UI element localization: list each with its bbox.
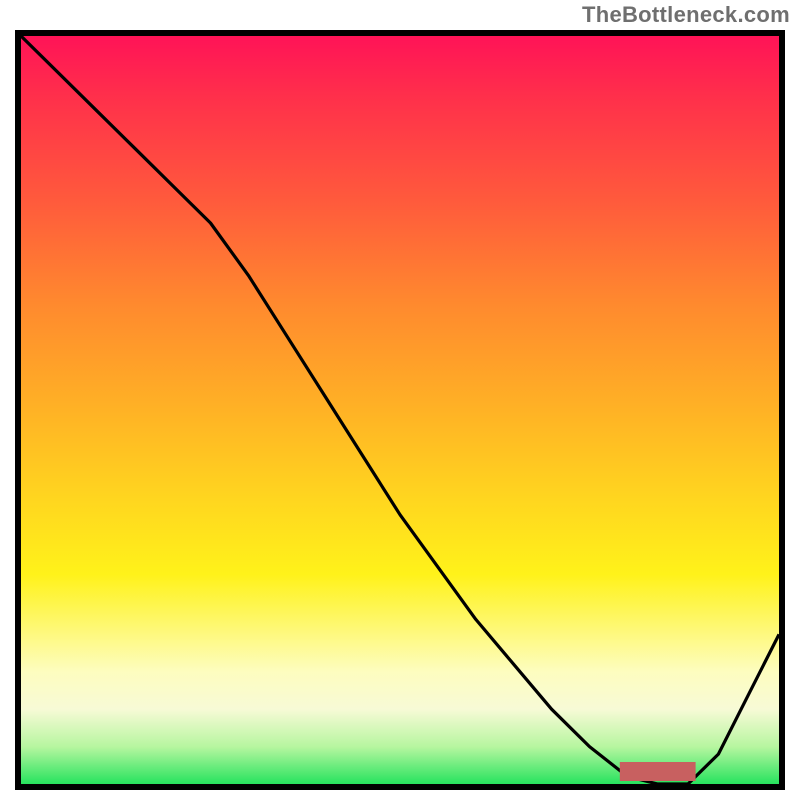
watermark-label: TheBottleneck.com	[582, 2, 790, 28]
curve-svg	[21, 36, 779, 784]
optimal-range-marker	[620, 762, 696, 781]
plot-area	[15, 30, 785, 790]
chart-container: TheBottleneck.com	[0, 0, 800, 800]
bottleneck-curve-line	[21, 36, 779, 784]
